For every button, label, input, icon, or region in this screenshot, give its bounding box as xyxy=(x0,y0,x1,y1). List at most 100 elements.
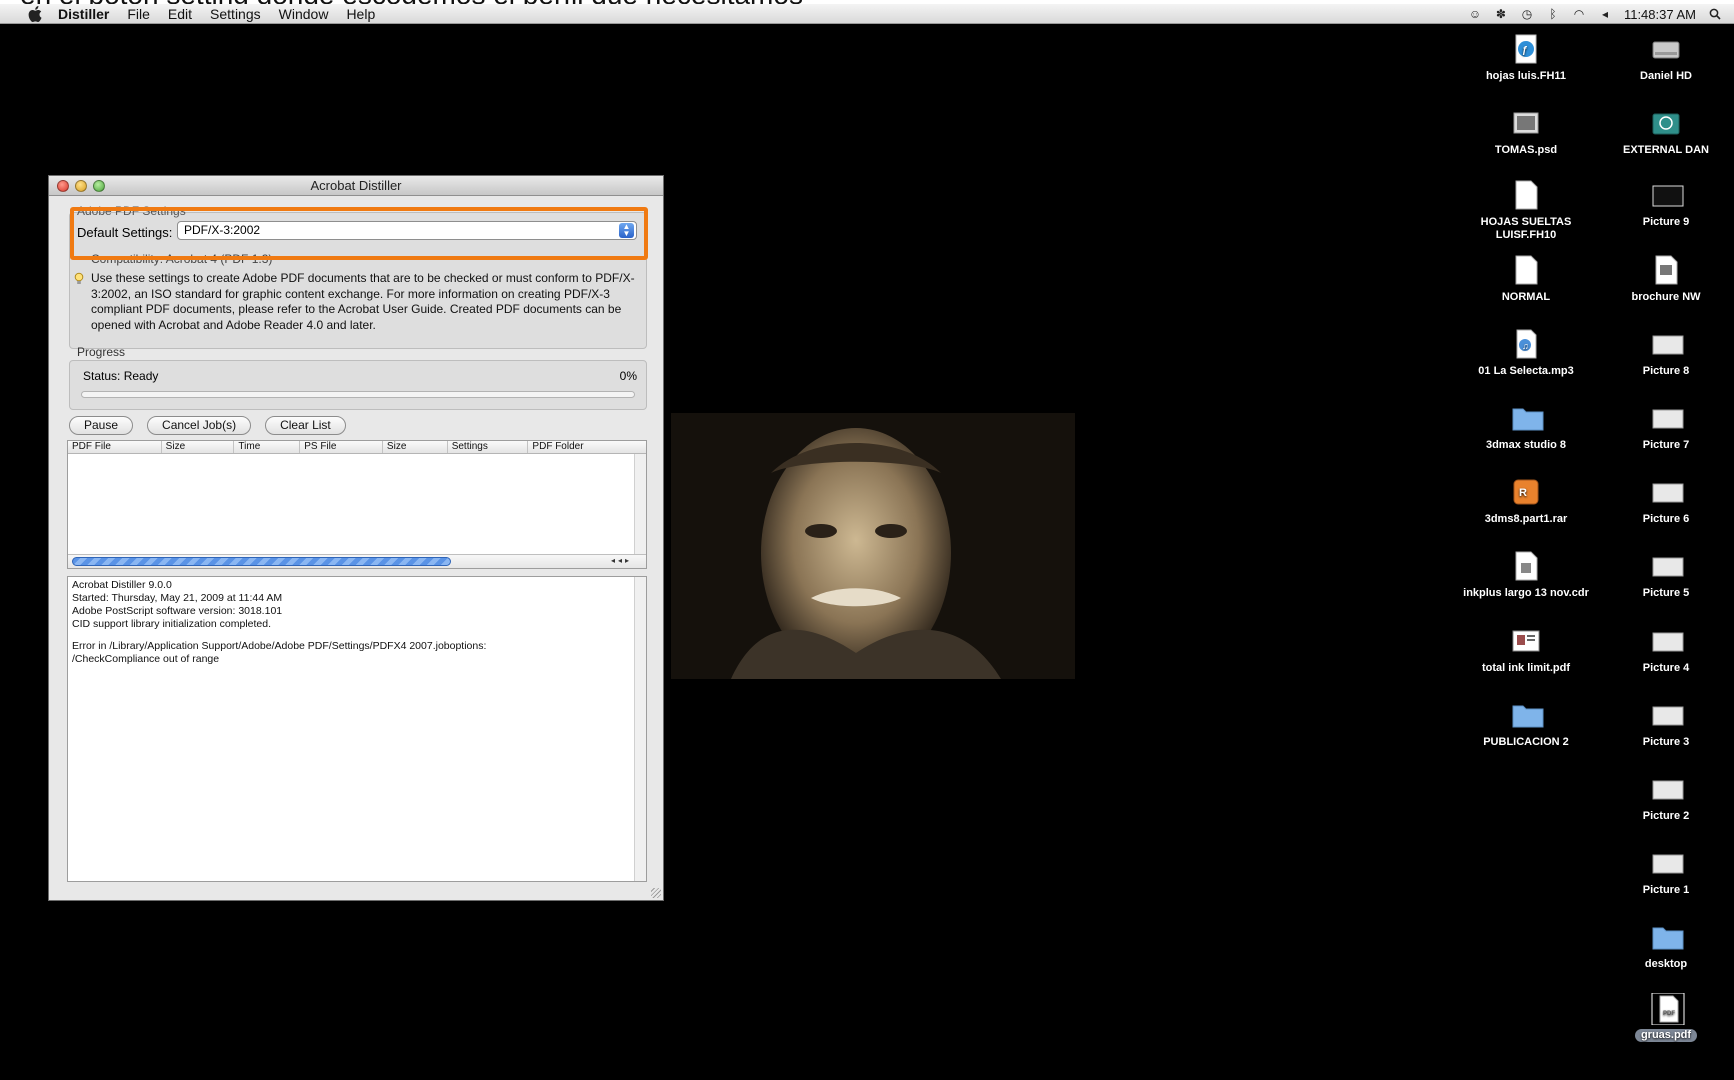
log-vertical-scrollbar[interactable] xyxy=(634,577,646,881)
desktop-icon-3dmax-folder[interactable]: 3dmax studio 8 xyxy=(1461,403,1591,452)
default-settings-label: Default Settings: xyxy=(77,225,173,240)
desktop-icon-picture-8[interactable]: Picture 8 xyxy=(1601,329,1731,378)
desktop-icon-picture-7[interactable]: Picture 7 xyxy=(1601,403,1731,452)
desktop-icon-total-ink-pdf[interactable]: total ink limit.pdf xyxy=(1461,626,1591,675)
column-header-pdf-folder[interactable]: PDF Folder xyxy=(528,441,646,453)
wifi-icon[interactable]: ◠ xyxy=(1572,7,1586,21)
cancel-jobs-button[interactable]: Cancel Job(s) xyxy=(147,416,252,435)
screenshot-icon xyxy=(1651,403,1684,433)
desktop-icon-picture-5[interactable]: Picture 5 xyxy=(1601,551,1731,600)
column-header-ps-file[interactable]: PS File xyxy=(300,441,383,453)
menu-window[interactable]: Window xyxy=(279,6,329,22)
desktop-icon-la-selecta[interactable]: ♫ 01 La Selecta.mp3 xyxy=(1461,329,1591,378)
butterfly-status-icon[interactable]: ✽ xyxy=(1494,7,1508,21)
lightbulb-icon xyxy=(73,272,85,286)
screenshot-icon xyxy=(1651,551,1684,581)
desktop-icon-normal[interactable]: NORMAL xyxy=(1461,255,1591,304)
desktop-icon-publicacion-2[interactable]: PUBLICACION 2 xyxy=(1461,700,1591,749)
apple-menu-icon[interactable] xyxy=(26,5,44,23)
user-status-icon[interactable]: ☺ xyxy=(1468,7,1482,21)
desktop-icon-inkplus-cdr[interactable]: inkplus largo 13 nov.cdr xyxy=(1461,551,1591,600)
screenshot-icon xyxy=(1651,329,1684,359)
screenshot-icon xyxy=(1651,774,1684,804)
job-table-vertical-scrollbar[interactable] xyxy=(634,454,646,555)
document-icon xyxy=(1511,255,1541,285)
desktop-icon-external-dan[interactable]: EXTERNAL DAN xyxy=(1601,108,1731,157)
menu-bar: Distiller File Edit Settings Window Help… xyxy=(0,4,1734,24)
close-window-button[interactable] xyxy=(57,180,69,192)
folder-icon xyxy=(1651,922,1684,952)
pdf-file-icon: PDF xyxy=(1651,992,1685,1026)
progress-bar xyxy=(81,391,635,398)
column-header-pdf-file[interactable]: PDF File xyxy=(68,441,162,453)
horizontal-scroll-thumb[interactable] xyxy=(72,557,451,566)
desktop-icon-tomas-psd[interactable]: TOMAS.psd xyxy=(1461,108,1591,157)
time-machine-icon[interactable]: ◷ xyxy=(1520,7,1534,21)
svg-text:R: R xyxy=(1519,487,1527,499)
desktop-icon-brochure-nw[interactable]: brochure NW xyxy=(1601,255,1731,304)
desktop-icon-picture-9[interactable]: Picture 9 xyxy=(1601,180,1731,229)
hard-drive-icon xyxy=(1651,34,1681,64)
menu-edit[interactable]: Edit xyxy=(168,6,192,22)
desktop-icon-picture-6[interactable]: Picture 6 xyxy=(1601,477,1731,526)
window-title: Acrobat Distiller xyxy=(310,178,402,193)
document-icon xyxy=(1511,180,1541,210)
desktop-icon-desktop-folder[interactable]: desktop xyxy=(1601,922,1731,971)
log-line: Adobe PostScript software version: 3018.… xyxy=(72,605,283,617)
eps-file-icon xyxy=(1651,255,1681,285)
column-header-settings[interactable]: Settings xyxy=(448,441,529,453)
menu-settings[interactable]: Settings xyxy=(210,6,261,22)
default-settings-select[interactable]: PDF/X-3:2002 ▲ ▼ xyxy=(177,221,637,240)
log-line: Started: Thursday, May 21, 2009 at 11:44… xyxy=(72,592,283,604)
spotlight-search-icon[interactable] xyxy=(1708,7,1722,21)
clear-list-button[interactable]: Clear List xyxy=(265,416,346,435)
svg-text:♫: ♫ xyxy=(1522,341,1529,351)
minimize-window-button[interactable] xyxy=(75,180,87,192)
desktop-icon-3dms8-rar[interactable]: R 3dms8.part1.rar xyxy=(1461,477,1591,526)
rar-archive-icon: R xyxy=(1511,477,1541,507)
desktop-icon-daniel-hd[interactable]: Daniel HD xyxy=(1601,34,1731,83)
job-table-header: PDF File Size Time PS File Size Settings… xyxy=(68,441,646,454)
portrait-photo[interactable] xyxy=(671,413,1075,679)
zoom-window-button[interactable] xyxy=(93,180,105,192)
menu-help[interactable]: Help xyxy=(346,6,375,22)
resize-grip-icon[interactable] xyxy=(651,888,661,898)
desktop-icon-hojas-sueltas[interactable]: HOJAS SUELTAS LUISF.FH10 xyxy=(1461,180,1591,242)
screenshot-icon xyxy=(1651,180,1684,210)
progress-percent: 0% xyxy=(619,369,637,383)
column-header-ps-size[interactable]: Size xyxy=(383,441,448,453)
bluetooth-icon[interactable]: ᛒ xyxy=(1546,7,1560,21)
desktop-icon-hojas-luis[interactable]: ƒ hojas luis.FH11 xyxy=(1461,34,1591,83)
scroll-arrows-icon[interactable]: ◂◂▸ xyxy=(611,556,632,565)
psd-file-icon xyxy=(1511,108,1541,138)
folder-icon xyxy=(1511,700,1544,730)
volume-icon[interactable]: ◂ xyxy=(1598,7,1612,21)
column-header-size[interactable]: Size xyxy=(162,441,235,453)
desktop-icon-picture-2[interactable]: Picture 2 xyxy=(1601,774,1731,823)
screenshot-icon xyxy=(1651,626,1684,656)
progress-group xyxy=(69,360,647,410)
log-area[interactable]: Acrobat Distiller 9.0.0 Started: Thursda… xyxy=(67,576,647,882)
cdr-file-icon xyxy=(1511,551,1541,581)
screenshot-icon xyxy=(1651,477,1684,507)
job-table-horizontal-scrollbar[interactable]: ◂◂▸ xyxy=(68,554,646,568)
desktop-icon-picture-4[interactable]: Picture 4 xyxy=(1601,626,1731,675)
pause-button[interactable]: Pause xyxy=(69,416,134,435)
log-line: CID support library initialization compl… xyxy=(72,618,272,630)
screenshot-icon xyxy=(1651,700,1684,730)
menu-app-name[interactable]: Distiller xyxy=(58,6,109,22)
column-header-time[interactable]: Time xyxy=(234,441,301,453)
log-line: Acrobat Distiller 9.0.0 xyxy=(72,579,172,591)
desktop-icon-picture-1[interactable]: Picture 1 xyxy=(1601,848,1731,897)
log-line: Error in /Library/Application Support/Ad… xyxy=(72,640,487,652)
job-table: PDF File Size Time PS File Size Settings… xyxy=(67,440,647,569)
compatibility-text: Compatibility: Acrobat 4 (PDF 1.3) xyxy=(91,252,273,266)
menu-file[interactable]: File xyxy=(127,6,150,22)
distiller-window: Acrobat Distiller Adobe PDF Settings Def… xyxy=(48,175,664,901)
menubar-clock[interactable]: 11:48:37 AM xyxy=(1624,7,1696,22)
desktop-icon-picture-3[interactable]: Picture 3 xyxy=(1601,700,1731,749)
desktop-icon-gruas-pdf[interactable]: PDF gruas.pdf xyxy=(1601,992,1731,1042)
progress-group-label: Progress xyxy=(77,345,126,359)
window-titlebar[interactable]: Acrobat Distiller xyxy=(49,176,663,196)
svg-text:PDF: PDF xyxy=(1663,1011,1675,1017)
